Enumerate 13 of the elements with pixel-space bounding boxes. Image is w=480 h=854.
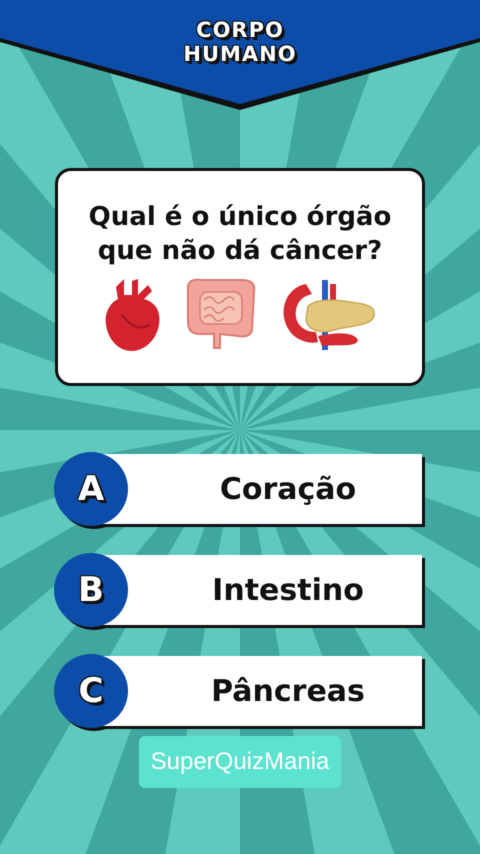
option-letter: C [54,654,128,728]
answer-option[interactable]: A Coração [54,452,422,526]
answer-label: Intestino [212,572,364,608]
answer-label: Pâncreas [211,674,365,708]
quiz-title: CORPO [196,18,284,42]
channel-logo: SuperQuizMania [138,736,342,788]
answer-option[interactable]: B Intestino [54,553,422,627]
option-letter: B [54,553,128,627]
option-letter: A [54,452,128,526]
quiz-title: HUMANO [183,42,297,66]
answer-label: Coração [220,472,356,506]
question-text: Qual é o único órgão que não dá câncer? [88,201,392,268]
answer-option[interactable]: C Pâncreas [54,654,422,728]
